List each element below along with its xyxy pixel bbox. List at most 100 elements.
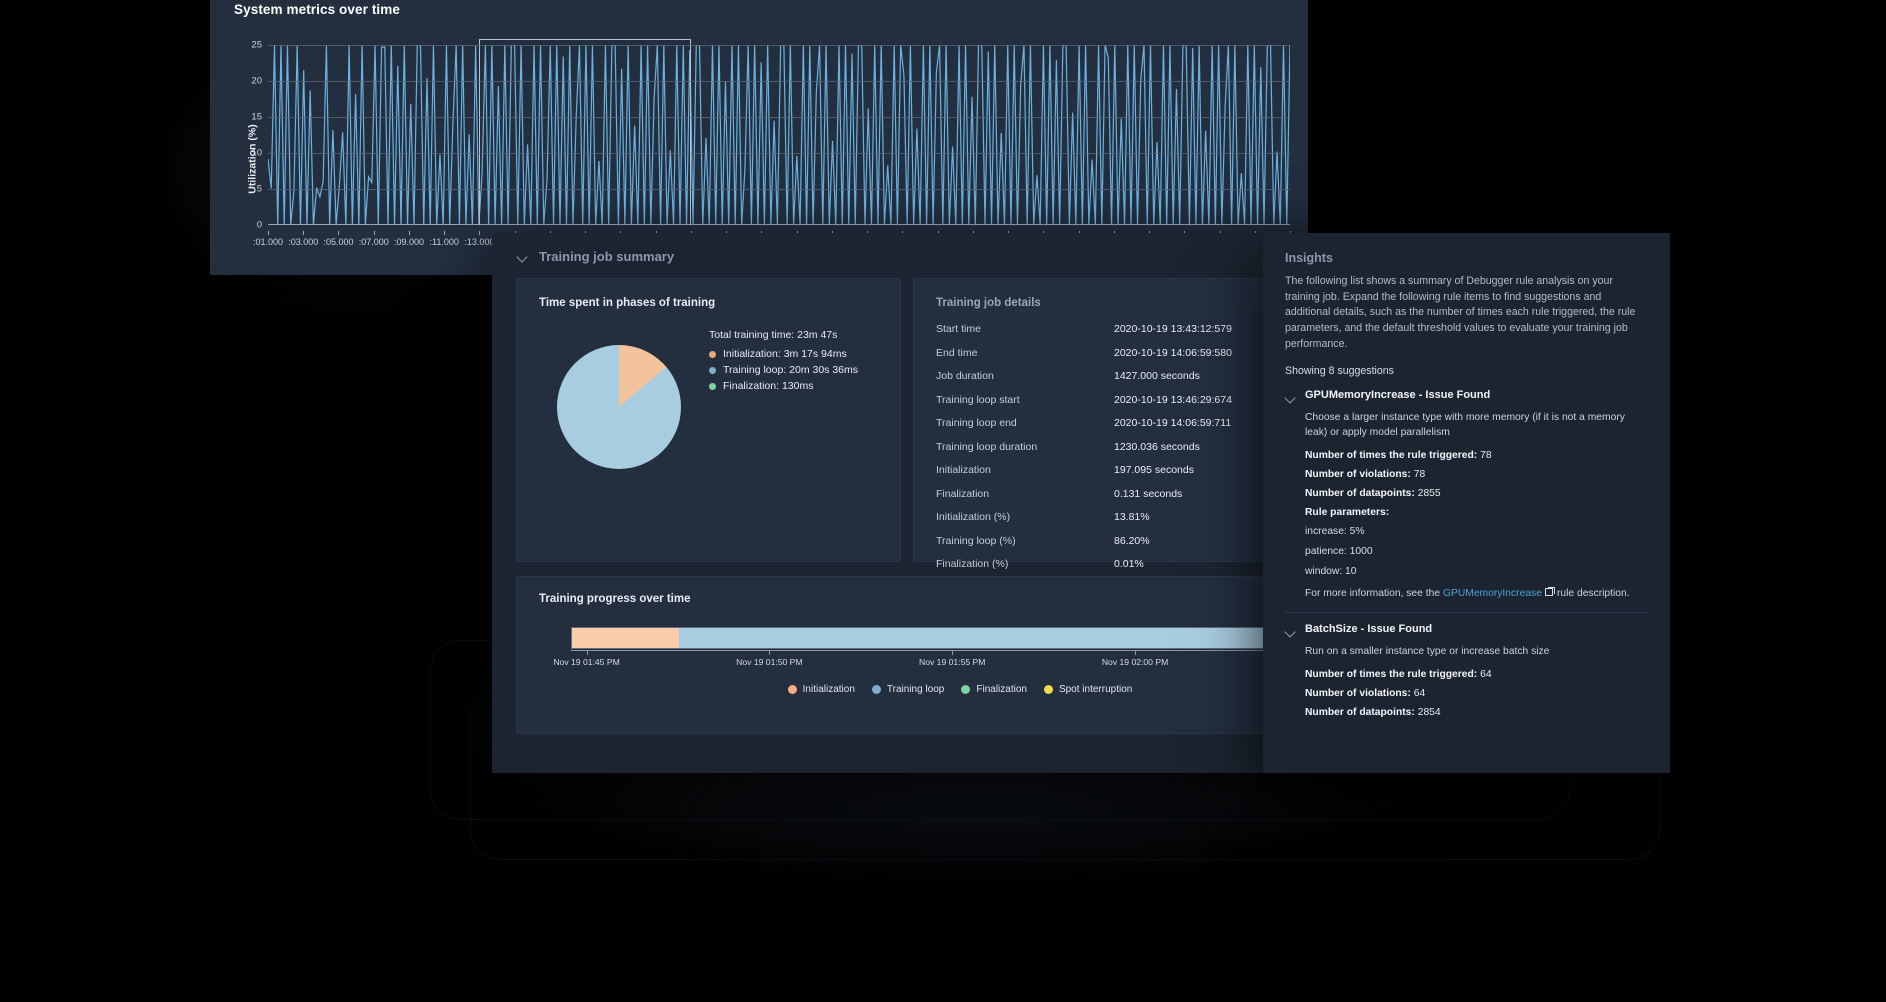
details-row: Training loop end 2020-10-19 14:06:59:711	[936, 417, 1271, 429]
rule-description: Run on a smaller instance type or increa…	[1305, 645, 1550, 657]
utilization-line-series	[268, 45, 1290, 225]
legend-item-training-loop: Training loop: 20m 30s 36ms	[709, 364, 858, 376]
rule-title: GPUMemoryIncrease - Issue Found	[1305, 389, 1491, 402]
rule-triggered-label: Number of times the rule triggered:	[1305, 450, 1478, 462]
rule-triggered-stat: Number of times the rule triggered: 78	[1305, 450, 1648, 461]
rule-body: Run on a smaller instance type or increa…	[1285, 645, 1648, 718]
details-row-value: 197.095 seconds	[1114, 464, 1194, 476]
progress-legend-training-loop: Training loop	[871, 684, 944, 695]
progress-legend-finalization: Finalization	[961, 684, 1027, 695]
progress-card-title: Training progress over time	[539, 593, 691, 605]
legend-label-training-loop: Training loop: 20m 30s 36ms	[723, 364, 859, 376]
details-row-value: 86.20%	[1114, 534, 1150, 547]
timeline-segment-training-loop[interactable]	[679, 628, 1348, 648]
chevron-down-icon[interactable]	[1285, 626, 1297, 638]
details-rows: Start time 2020-10-19 13:43:12:579 End tim…	[936, 323, 1271, 570]
legend-dot-finalization	[709, 382, 716, 390]
phases-card-title: Time spent in phases of training	[539, 297, 716, 309]
rule-datapoints-label: Number of datapoints:	[1305, 706, 1415, 718]
rule-datapoints-stat: Number of datapoints: 2855	[1305, 488, 1648, 499]
details-row-key: Training loop duration	[936, 440, 1038, 453]
details-row: Finalization (%) 0.01%	[936, 558, 1271, 570]
rule-divider	[1285, 611, 1648, 613]
rule-description-link[interactable]: GPUMemoryIncrease	[1443, 588, 1542, 599]
y-axis-tick: 20	[251, 75, 262, 87]
rule-violations-value: 64	[1413, 687, 1426, 699]
rule-header[interactable]: BatchSize - Issue Found	[1285, 623, 1648, 638]
insights-panel: Insights The following list shows a summ…	[1263, 233, 1670, 773]
details-row-value: 2020-10-19 13:46:29:674	[1114, 393, 1232, 406]
progress-axis-tick-mark	[769, 651, 771, 655]
progress-axis-tick-mark	[586, 651, 588, 655]
rule-param-window: window: 10	[1305, 566, 1357, 578]
pie-legend: Total training time: 23m 47s Initializat…	[681, 323, 858, 469]
progress-legend-initialization: Initialization	[787, 684, 855, 695]
legend-item-finalization: Finalization: 130ms	[709, 380, 858, 392]
external-link-icon[interactable]	[1544, 587, 1555, 597]
rule-triggered-value: 64	[1480, 668, 1492, 680]
legend-label-initialization: Initialization: 3m 17s 94ms	[723, 348, 847, 360]
chevron-down-icon[interactable]	[1285, 392, 1297, 404]
details-row: Finalization 0.131 seconds	[936, 488, 1271, 500]
x-axis-tick-mark	[444, 231, 446, 235]
details-row-key: Start time	[936, 323, 981, 335]
x-axis-tick-label: :01.000	[252, 237, 284, 247]
insights-intro: The following list shows a summary of De…	[1285, 275, 1636, 350]
training-progress-card: Training progress over time Nov 19 01:45…	[516, 576, 1388, 734]
screenshot-stage: System metrics over time Utilization (%)…	[0, 0, 1886, 1002]
rule-title: BatchSize - Issue Found	[1305, 622, 1433, 635]
details-row-key: Training loop end	[936, 417, 1017, 429]
legend-dot-finalization	[961, 685, 971, 694]
rule-body: Choose a larger instance type with more …	[1285, 411, 1648, 601]
legend-label-finalization: Finalization: 130ms	[723, 380, 814, 392]
progress-axis-tick-label: Nov 19 01:50 PM	[736, 657, 803, 667]
details-card-title: Training job details	[936, 297, 1041, 309]
x-axis-tick-mark	[338, 231, 340, 235]
pie-area: Total training time: 23m 47s Initializat…	[539, 323, 880, 469]
training-job-details-card: Training job details Start time 2020-10-1…	[913, 278, 1292, 570]
details-row-value: 0.131 seconds	[1114, 487, 1183, 500]
progress-legend: Initialization Training loop Finalizatio…	[571, 684, 1349, 695]
insights-title: Insights	[1285, 251, 1333, 265]
rule-datapoints-value: 2855	[1417, 488, 1441, 500]
details-row-value: 13.81%	[1114, 511, 1150, 523]
system-metrics-chart: Utilization (%) 0 5 10 15 20 25 :01.000:03.00…	[210, 35, 1308, 265]
x-axis-tick-label: :11.000	[429, 237, 459, 247]
details-row-value: 2020-10-19 14:06:59:711	[1114, 417, 1232, 429]
legend-dot-initialization	[709, 350, 716, 358]
rule-parameters-title: Rule parameters:	[1305, 507, 1390, 519]
phases-of-training-card: Time spent in phases of training Total t…	[516, 278, 901, 562]
rule-violations-label: Number of violations:	[1305, 687, 1411, 699]
system-metrics-title: System metrics over time	[234, 2, 400, 17]
details-row: Start time 2020-10-19 13:43:12:579	[936, 323, 1271, 335]
x-axis-line	[268, 224, 1290, 225]
training-job-summary-label: Training job summary	[539, 249, 675, 264]
details-row-value: 0.01%	[1114, 558, 1144, 570]
details-row-key: Job duration	[936, 370, 994, 382]
insight-rule-batchsize: BatchSize - Issue Found Run on a smaller…	[1285, 623, 1648, 718]
details-row: Job duration 1427.000 seconds	[936, 370, 1271, 382]
details-row: Initialization (%) 13.81%	[936, 511, 1271, 523]
progress-legend-label-initialization: Initialization	[802, 684, 855, 695]
rule-datapoints-stat: Number of datapoints: 2854	[1305, 707, 1648, 718]
progress-axis-tick-mark	[1135, 651, 1137, 655]
rule-triggered-label: Number of times the rule triggered:	[1305, 668, 1478, 680]
timeline-segment-initialization[interactable]	[572, 628, 680, 648]
details-row: End time 2020-10-19 14:06:59:580	[936, 347, 1271, 359]
rule-header[interactable]: GPUMemoryIncrease - Issue Found	[1285, 389, 1648, 404]
grid-line	[268, 45, 1290, 46]
x-axis-tick-label: :07.000	[358, 237, 389, 247]
x-axis-tick-mark	[373, 231, 375, 235]
details-row-key: Finalization (%)	[936, 558, 1009, 570]
details-row: Initialization 197.095 seconds	[936, 464, 1271, 476]
details-row-key: End time	[936, 346, 978, 359]
progress-axis-tick-mark	[952, 651, 954, 655]
details-row-key: Initialization	[936, 464, 991, 476]
legend-item-initialization: Initialization: 3m 17s 94ms	[709, 348, 858, 360]
y-axis-tick: 25	[251, 39, 262, 51]
rule-param-patience: patience: 1000	[1305, 546, 1373, 558]
rule-param-increase: increase: 5%	[1305, 526, 1365, 538]
y-axis-tick: 0	[256, 219, 262, 231]
chevron-down-icon[interactable]	[516, 250, 529, 263]
more-info-prefix: For more information, see the	[1305, 588, 1441, 600]
